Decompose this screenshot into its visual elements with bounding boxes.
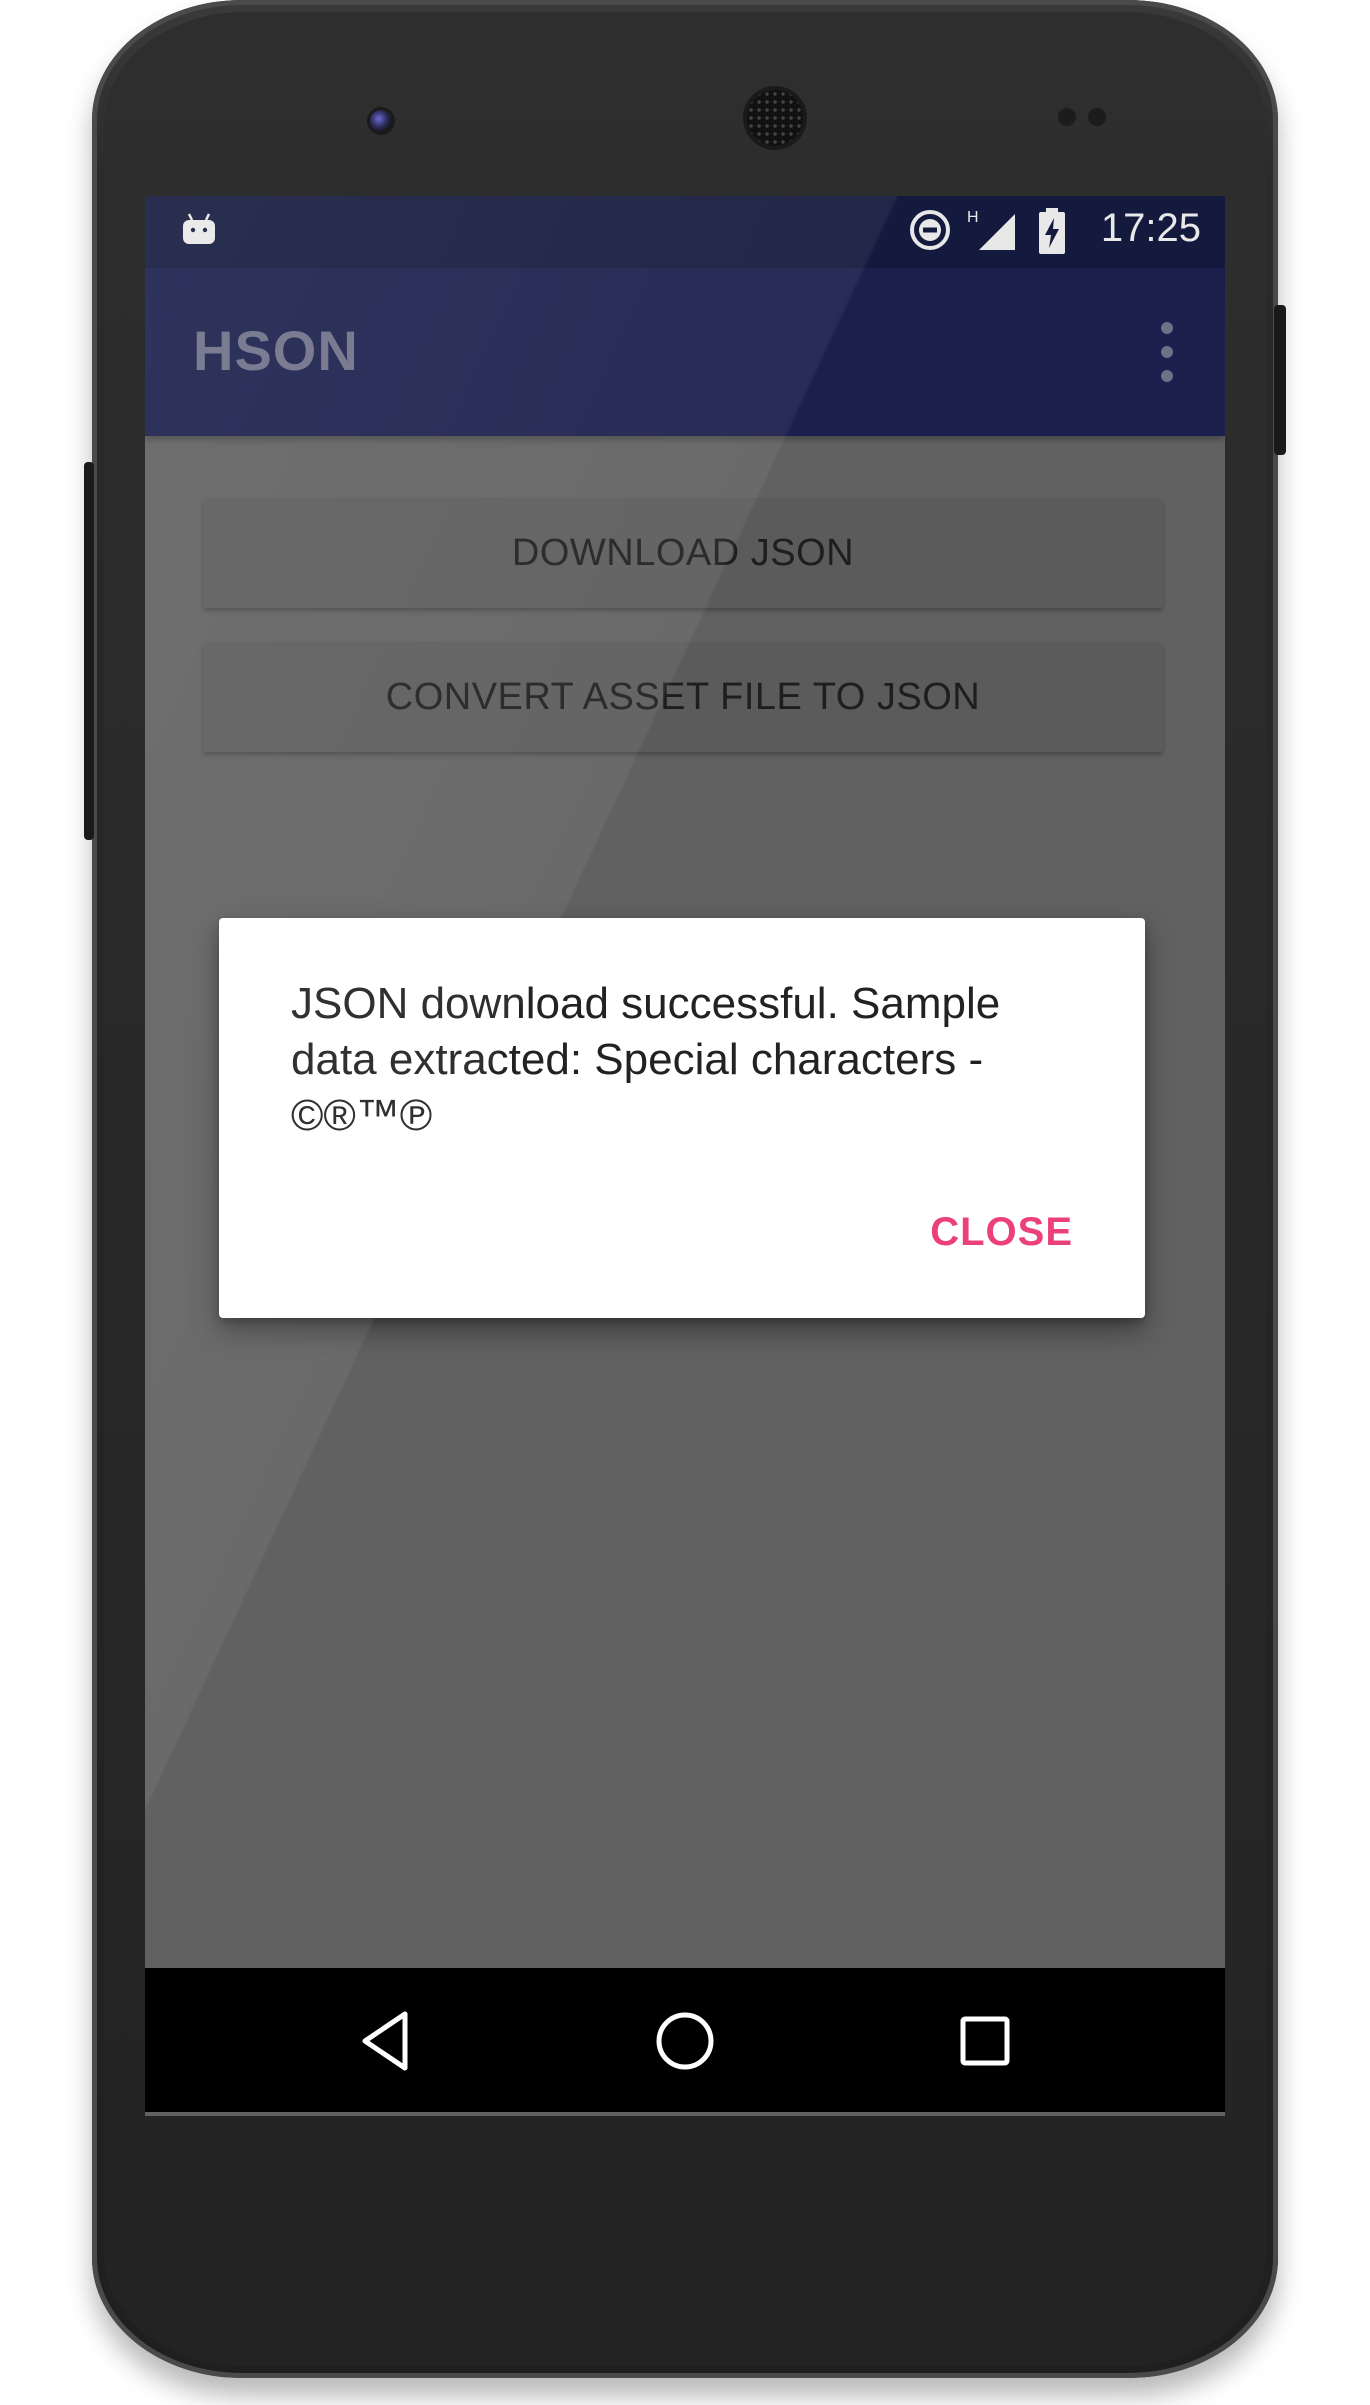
proximity-sensor bbox=[1058, 108, 1076, 126]
status-time: 17:25 bbox=[1100, 206, 1201, 250]
recents-icon[interactable] bbox=[950, 2006, 1020, 2076]
front-camera bbox=[370, 110, 392, 132]
do-not-disturb-icon bbox=[910, 210, 950, 250]
app-bar: HSON bbox=[145, 268, 1225, 436]
navigation-bar bbox=[145, 1968, 1225, 2112]
power-button bbox=[1274, 305, 1286, 455]
close-button[interactable]: CLOSE bbox=[930, 1210, 1073, 1255]
screen: H 17:25 HSON DOWNLOAD JSON CONVERT ASSET… bbox=[145, 196, 1225, 2116]
convert-asset-button[interactable]: CONVERT ASSET FILE TO JSON bbox=[203, 642, 1163, 752]
more-vert-icon[interactable] bbox=[1157, 322, 1177, 382]
battery-charging-icon bbox=[1039, 208, 1065, 254]
android-debug-icon bbox=[183, 213, 215, 244]
alert-dialog: JSON download successful. Sample data ex… bbox=[219, 918, 1145, 1318]
download-json-button[interactable]: DOWNLOAD JSON bbox=[203, 498, 1163, 608]
signal-icon: H bbox=[967, 209, 1015, 250]
home-icon[interactable] bbox=[650, 2006, 720, 2076]
back-icon[interactable] bbox=[353, 2006, 423, 2076]
network-type-label: H bbox=[967, 209, 979, 226]
dialog-message: JSON download successful. Sample data ex… bbox=[291, 979, 1001, 1140]
app-title: HSON bbox=[193, 319, 359, 382]
earpiece-speaker bbox=[747, 90, 803, 146]
light-sensor bbox=[1088, 108, 1106, 126]
status-bar: H 17:25 bbox=[145, 196, 1225, 268]
volume-rocker bbox=[84, 462, 94, 840]
